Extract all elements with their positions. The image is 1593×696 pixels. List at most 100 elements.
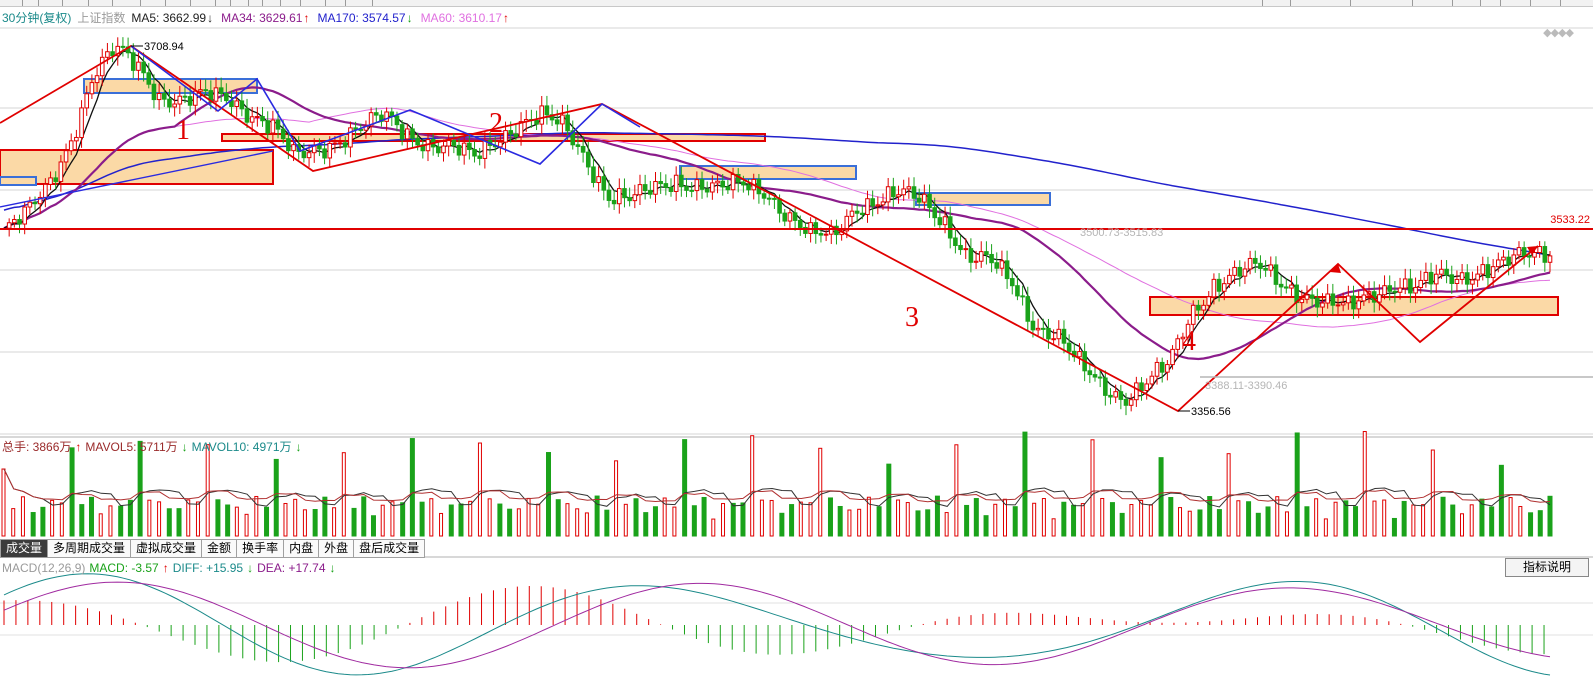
candle-body <box>1428 271 1434 285</box>
tab-turnover[interactable]: 换手率 <box>237 539 285 558</box>
volume-bar <box>166 508 172 537</box>
candle-body <box>668 186 674 192</box>
candle-body <box>901 188 906 196</box>
candle <box>554 109 560 132</box>
volume-bar <box>876 506 882 537</box>
candle-body <box>632 194 638 202</box>
indicator-explain-button[interactable]: 指标说明 <box>1505 558 1589 577</box>
candle <box>368 107 374 137</box>
volume-bar <box>225 504 231 537</box>
mavol5-value: MAVOL5: 5711万 <box>85 440 178 454</box>
volume-bar <box>1294 432 1300 537</box>
volume-bar <box>1041 498 1046 537</box>
volume-bar <box>1265 506 1271 537</box>
volume-indicator-tabs: 成交量 多周期成交量 虚拟成交量 金额 换手率 内盘 外盘 盘后成交量 <box>0 539 426 558</box>
macd-name: MACD(12,26,9) <box>2 561 86 575</box>
candle-body <box>1387 285 1393 292</box>
candle-body <box>1516 247 1522 256</box>
candle <box>622 178 627 208</box>
candle-body <box>1118 391 1124 400</box>
candle-body <box>1490 266 1496 279</box>
level-price-label: 3533.22 <box>1550 214 1590 226</box>
tab-outer-volume[interactable]: 外盘 <box>319 539 355 558</box>
candle <box>673 166 679 201</box>
candle-body <box>342 142 348 148</box>
candle-body <box>239 100 245 110</box>
tab-multi-period-volume[interactable]: 多周期成交量 <box>48 539 132 558</box>
volume-bar <box>954 444 959 537</box>
volume-bar <box>750 435 755 537</box>
candle <box>797 215 803 236</box>
blue-zone-box <box>679 165 857 180</box>
candle-body <box>870 198 875 207</box>
candle <box>1268 256 1274 277</box>
candle-body <box>601 176 607 191</box>
volume-bar <box>419 501 425 537</box>
candle-body <box>275 119 281 130</box>
volume-bar <box>118 505 124 537</box>
tab-after-hours-volume[interactable]: 盘后成交量 <box>354 539 426 558</box>
candle-body <box>787 212 793 222</box>
chart-canvas[interactable]: 1 2 3 4 3708.94 3356.56 3533.22 3500.73-3515.83… <box>0 0 1593 696</box>
candle <box>870 190 875 217</box>
candle <box>927 184 932 218</box>
candle-body <box>616 188 622 205</box>
candle <box>1382 275 1387 300</box>
candle-body <box>684 186 689 191</box>
candle <box>1485 256 1491 288</box>
volume-bar <box>69 447 75 537</box>
diff-line <box>3 573 1551 676</box>
candle-body <box>270 119 276 134</box>
candle <box>1046 318 1051 349</box>
candle-body <box>99 56 105 77</box>
candle-body <box>694 179 700 192</box>
candle-body <box>156 93 162 101</box>
volume-bar <box>691 505 697 537</box>
candle <box>653 172 658 203</box>
candle-body <box>1268 264 1274 271</box>
candle-body <box>1221 283 1227 292</box>
candle-body <box>1051 338 1056 341</box>
candle <box>172 93 177 117</box>
candle <box>616 178 622 214</box>
volume-bar <box>575 508 580 537</box>
candle-body <box>301 150 307 159</box>
volume-bar <box>779 512 785 537</box>
candle-body <box>622 188 627 199</box>
candle-body <box>1097 376 1103 379</box>
candle-body <box>389 111 395 117</box>
candle-body <box>482 139 488 159</box>
volume-bar <box>565 503 570 537</box>
tab-virtual-volume[interactable]: 虚拟成交量 <box>131 539 203 558</box>
candle <box>663 174 669 196</box>
candle-body <box>1537 246 1542 254</box>
tab-inner-volume[interactable]: 内盘 <box>284 539 320 558</box>
tab-volume[interactable]: 成交量 <box>0 539 49 558</box>
candle <box>1242 261 1248 285</box>
candle-body <box>1506 256 1511 266</box>
candle-body <box>932 207 938 219</box>
volume-bar <box>633 498 639 537</box>
volume-bar <box>604 509 610 537</box>
candle-body <box>348 127 353 148</box>
candle-body <box>1532 252 1537 258</box>
volume-bar <box>30 512 36 537</box>
tab-amount[interactable]: 金额 <box>202 539 238 558</box>
candle-body <box>854 210 860 214</box>
candle <box>1537 241 1542 258</box>
candle <box>891 177 896 207</box>
candle <box>539 96 545 134</box>
candle-body <box>1237 266 1243 277</box>
candle-body <box>1547 255 1553 263</box>
candle <box>244 98 250 129</box>
candle <box>787 208 793 230</box>
volume-bar <box>1022 431 1028 537</box>
candle-body <box>606 189 612 201</box>
candle-body <box>1449 274 1455 284</box>
candle-body <box>286 138 291 152</box>
candle-body <box>1340 302 1346 306</box>
candle-body <box>68 140 74 152</box>
candle <box>834 219 839 245</box>
volume-bar <box>925 509 931 537</box>
blue-zone-box <box>915 192 1051 206</box>
